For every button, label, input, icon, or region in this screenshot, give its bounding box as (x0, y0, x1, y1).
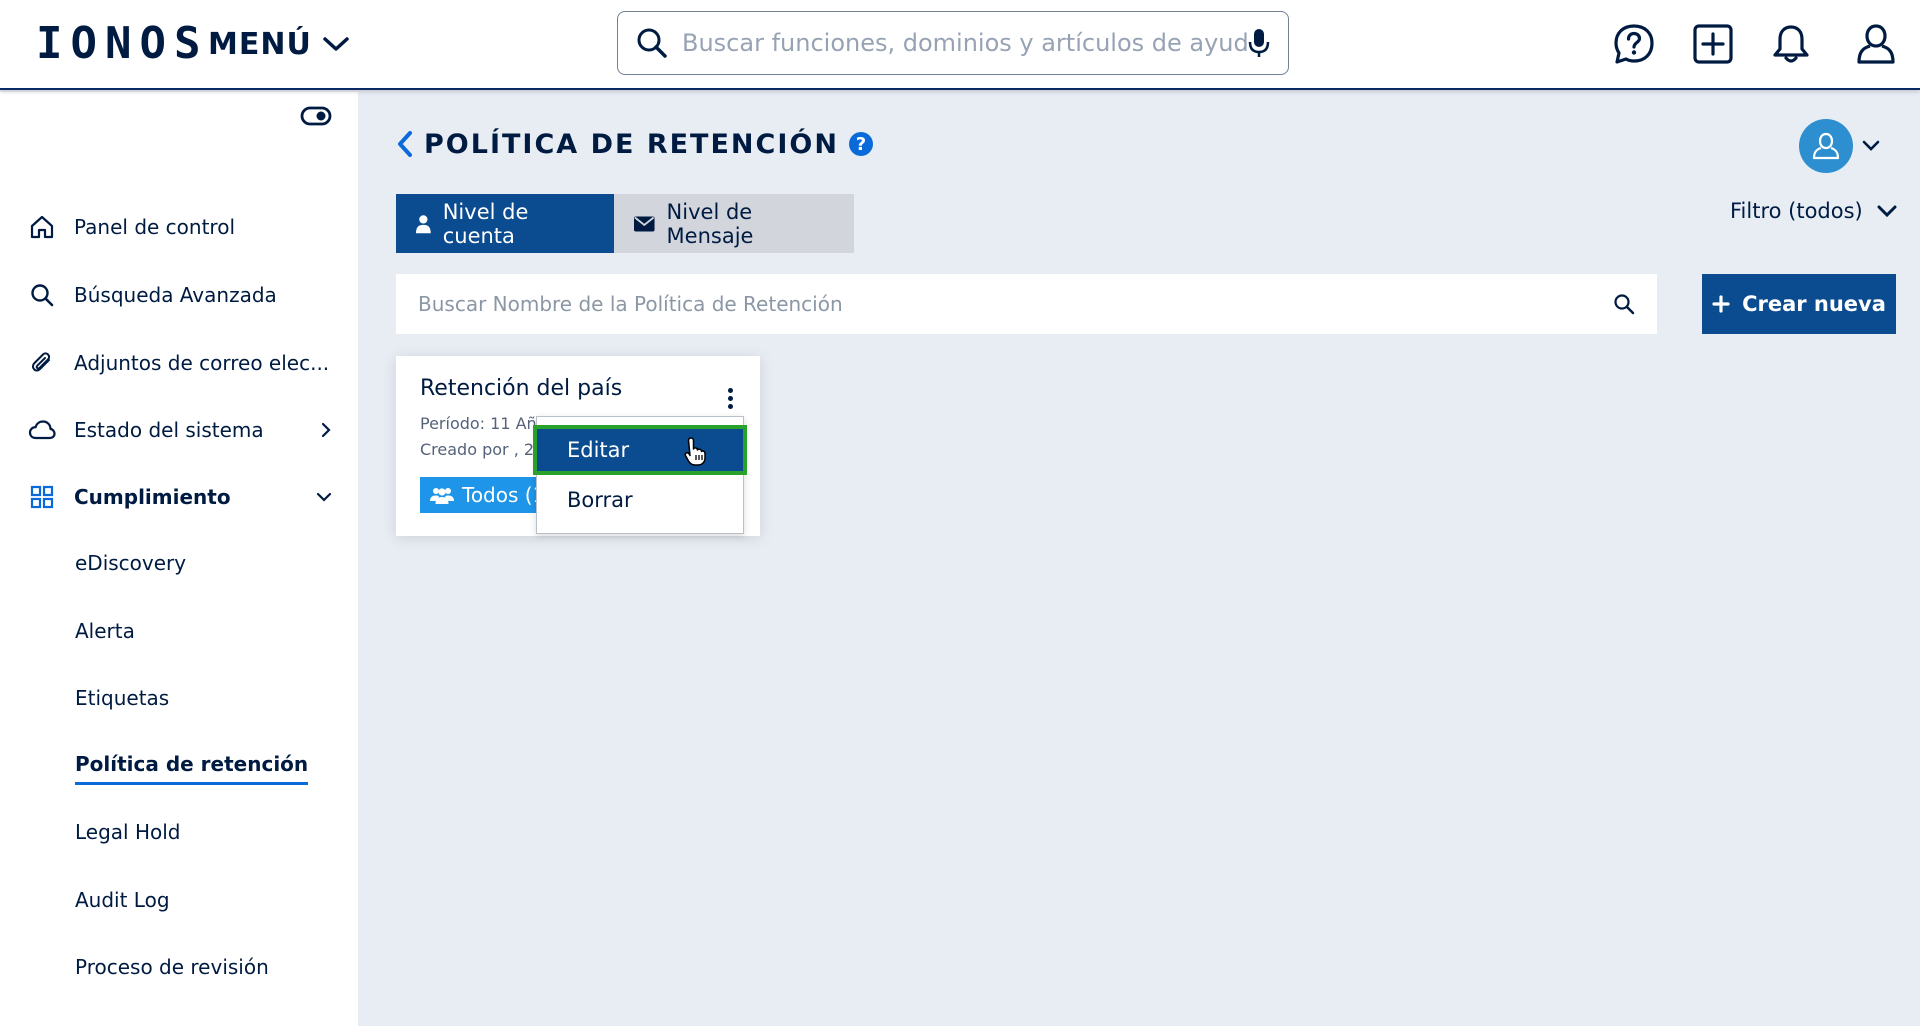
sidebar-subitem-legal-hold[interactable]: Legal Hold (75, 812, 181, 852)
page-title: POLÍTICA DE RETENCIÓN ? (396, 124, 873, 164)
envelope-icon (634, 216, 655, 231)
filter-dropdown[interactable]: Filtro (todos) (1730, 194, 1897, 228)
sidebar-item-label: Estado del sistema (74, 418, 264, 442)
paperclip-icon (28, 349, 56, 377)
back-chevron-icon[interactable] (396, 130, 414, 158)
chevron-right-icon (320, 422, 332, 438)
sidebar-subitem-tags[interactable]: Etiquetas (75, 678, 169, 718)
menu-button[interactable]: MENÚ (208, 22, 350, 66)
menu-item-delete[interactable]: Borrar (537, 477, 743, 523)
avatar-chevron-down-icon[interactable] (1862, 138, 1880, 157)
add-icon[interactable] (1689, 20, 1737, 68)
bell-icon[interactable] (1767, 20, 1815, 68)
menu-label: MENÚ (208, 26, 312, 62)
policy-card-badge-label: Todos (1 (462, 483, 546, 507)
grid-icon (28, 483, 56, 511)
sidebar-item-label: Adjuntos de correo elec... (74, 351, 330, 375)
sidebar-subitem-alert[interactable]: Alerta (75, 611, 135, 651)
ionos-logo[interactable]: IONOS (36, 20, 208, 68)
sidebar-item-attachments[interactable]: Adjuntos de correo elec... (28, 341, 338, 385)
policy-search-input[interactable] (418, 292, 1613, 316)
plus-icon (1712, 295, 1730, 313)
sidebar: Panel de control Búsqueda Avanzada Adjun… (0, 92, 358, 1026)
sidebar-item-label: Panel de control (74, 215, 235, 239)
menu-item-edit[interactable]: Editar (533, 425, 747, 475)
sidebar-subitem-retention-policy[interactable]: Política de retención (75, 745, 309, 785)
policy-card-created: Creado por , 2 (420, 440, 535, 459)
policy-card-period: Período: 11 Añ (420, 414, 537, 433)
sidebar-subitem-review-process[interactable]: Proceso de revisión (75, 947, 269, 987)
search-icon (28, 281, 56, 309)
user-icon (1812, 132, 1840, 160)
help-icon[interactable] (1610, 20, 1658, 68)
tab-message-level[interactable]: Nivel de Mensaje (614, 194, 854, 253)
tab-account-level[interactable]: Nivel de cuenta (396, 194, 614, 253)
chevron-down-icon (323, 37, 349, 51)
chevron-down-icon (1877, 205, 1897, 218)
search-icon[interactable] (1613, 293, 1635, 315)
global-search[interactable] (617, 11, 1289, 75)
cloud-icon (28, 416, 56, 444)
hand-pointer-cursor-icon (684, 437, 706, 466)
sidebar-item-label: Cumplimiento (74, 485, 231, 509)
tab-label: Nivel de cuenta (442, 199, 529, 248)
avatar[interactable] (1799, 119, 1853, 173)
microphone-icon[interactable] (1248, 27, 1270, 59)
sidebar-item-dashboard[interactable]: Panel de control (28, 205, 338, 249)
card-options-menu: Editar Borrar (533, 416, 747, 534)
user-account-icon[interactable] (1852, 20, 1900, 68)
filter-label: Filtro (todos) (1730, 199, 1863, 223)
chevron-down-icon (316, 491, 332, 503)
sidebar-item-label: Búsqueda Avanzada (74, 283, 277, 307)
sidebar-subitem-ediscovery[interactable]: eDiscovery (75, 543, 186, 583)
policy-search[interactable] (396, 274, 1657, 334)
page-title-text: POLÍTICA DE RETENCIÓN (424, 128, 839, 160)
sidebar-item-compliance[interactable]: Cumplimiento (28, 475, 338, 519)
sidebar-toggle-icon[interactable] (300, 104, 332, 128)
global-search-input[interactable] (682, 29, 1248, 57)
home-icon (28, 213, 56, 241)
help-circle-icon[interactable]: ? (848, 132, 873, 156)
search-icon (637, 28, 667, 58)
top-bar: IONOS MENÚ (0, 0, 1920, 90)
create-new-label: Crear nueva (1742, 292, 1886, 316)
user-icon (416, 214, 431, 233)
sidebar-item-system-status[interactable]: Estado del sistema (28, 408, 338, 452)
sidebar-subitem-audit-log[interactable]: Audit Log (75, 880, 170, 920)
users-icon (430, 488, 454, 504)
policy-card-title: Retención del país (420, 376, 623, 401)
more-options-icon[interactable] (722, 386, 738, 410)
sidebar-item-advanced-search[interactable]: Búsqueda Avanzada (28, 273, 338, 317)
tab-label: Nivel de Mensaje (666, 199, 754, 248)
create-new-button[interactable]: Crear nueva (1702, 274, 1896, 334)
policy-card-badge[interactable]: Todos (1 (420, 477, 556, 513)
